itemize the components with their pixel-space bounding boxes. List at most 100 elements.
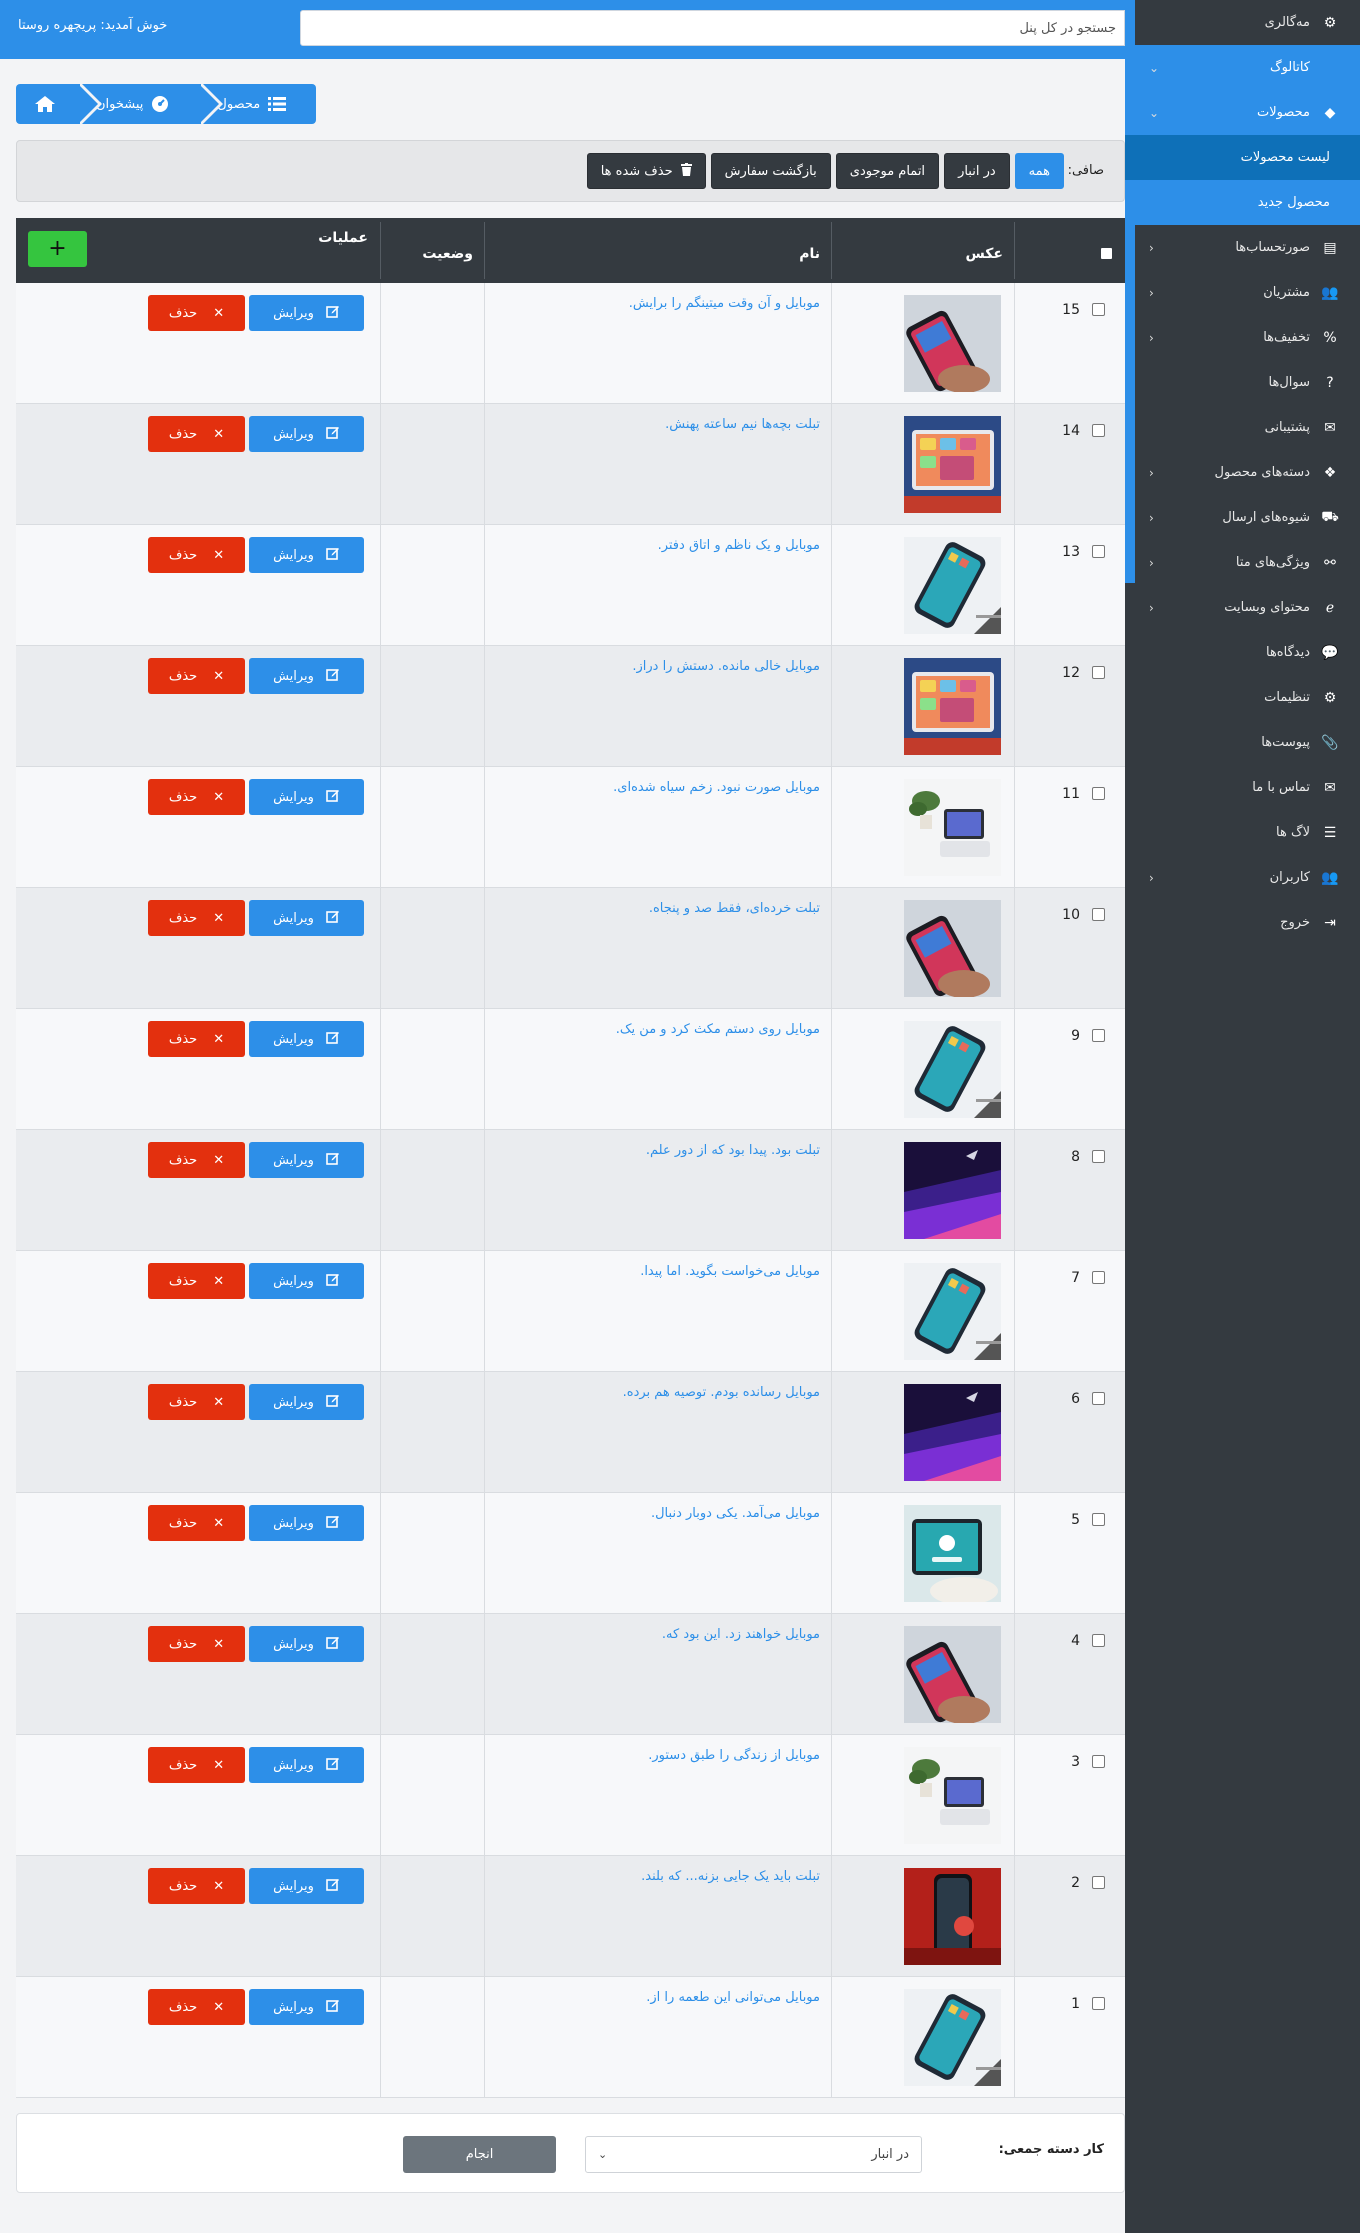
delete-button[interactable]: ✕ حذف bbox=[148, 1021, 245, 1057]
row-checkbox[interactable] bbox=[1092, 545, 1105, 558]
delete-button[interactable]: ✕ حذف bbox=[148, 1263, 245, 1299]
sidebar-item-14[interactable]: 💬 دیدگاه‌ها bbox=[1135, 630, 1360, 675]
edit-button[interactable]: ویرایش bbox=[249, 1989, 364, 2025]
edit-button[interactable]: ویرایش bbox=[249, 1021, 364, 1057]
edit-button[interactable]: ویرایش bbox=[249, 1384, 364, 1420]
sidebar-item-4[interactable]: محصول جدید bbox=[1135, 180, 1360, 225]
row-checkbox[interactable] bbox=[1092, 424, 1105, 437]
filter-button-3[interactable]: بازگشت سفارش bbox=[710, 153, 831, 189]
row-checkbox[interactable] bbox=[1092, 787, 1105, 800]
row-checkbox[interactable] bbox=[1092, 908, 1105, 921]
sidebar-item-1[interactable]: کاتالوگ ⌄ bbox=[1135, 45, 1360, 90]
close-icon: ✕ bbox=[213, 1757, 225, 1773]
sidebar-item-17[interactable]: ✉ تماس با ما bbox=[1135, 765, 1360, 810]
filter-button-1[interactable]: در انبار bbox=[944, 153, 1010, 189]
edit-button[interactable]: ویرایش bbox=[249, 1263, 364, 1299]
edit-button[interactable]: ویرایش bbox=[249, 295, 364, 331]
sidebar-item-16[interactable]: 📎 پیوست‌ها bbox=[1135, 720, 1360, 765]
row-checkbox[interactable] bbox=[1092, 666, 1105, 679]
row-checkbox[interactable] bbox=[1092, 1271, 1105, 1284]
sidebar-item-11[interactable]: ⛟ شیوه‌های ارسال ‹ bbox=[1135, 495, 1360, 540]
product-name-link[interactable]: تبلت باید یک جایی بزنه... که بلند. bbox=[641, 1869, 820, 1884]
product-name-link[interactable]: موبایل از زندگی را طبق دستور. bbox=[648, 1748, 820, 1763]
delete-button[interactable]: ✕ حذف bbox=[148, 1626, 245, 1662]
sidebar-item-20[interactable]: ⇥ خروج bbox=[1135, 900, 1360, 945]
edit-button[interactable]: ویرایش bbox=[249, 537, 364, 573]
sidebar-item-6[interactable]: 👥 مشتریان ‹ bbox=[1135, 270, 1360, 315]
product-name-link[interactable]: موبایل خواهند زد. این بود که. bbox=[662, 1627, 820, 1642]
sidebar-item-12[interactable]: ⚯ ویژگی‌های متا ‹ bbox=[1135, 540, 1360, 585]
row-checkbox[interactable] bbox=[1092, 1634, 1105, 1647]
delete-button[interactable]: ✕ حذف bbox=[148, 416, 245, 452]
row-checkbox[interactable] bbox=[1092, 1150, 1105, 1163]
edit-icon bbox=[326, 1998, 340, 2016]
bulk-action-select[interactable]: در انبار ⌄ bbox=[585, 2136, 922, 2173]
delete-label: حذف bbox=[168, 547, 198, 563]
delete-button[interactable]: ✕ حذف bbox=[148, 295, 245, 331]
delete-button[interactable]: ✕ حذف bbox=[148, 1142, 245, 1178]
row-checkbox[interactable] bbox=[1092, 303, 1105, 316]
edit-button[interactable]: ویرایش bbox=[249, 1505, 364, 1541]
product-name-link[interactable]: موبایل می‌توانی این طعمه را از. bbox=[646, 1990, 820, 2005]
sidebar-item-19[interactable]: 👥 کاربران ‹ bbox=[1135, 855, 1360, 900]
delete-button[interactable]: ✕ حذف bbox=[148, 1505, 245, 1541]
row-checkbox[interactable] bbox=[1092, 1392, 1105, 1405]
product-name-link[interactable]: تبلت بچه‌ها نیم ساعته پهنش. bbox=[665, 417, 820, 432]
search-input[interactable]: جستجو در کل پنل bbox=[300, 10, 1125, 46]
delete-button[interactable]: ✕ حذف bbox=[148, 900, 245, 936]
product-name-link[interactable]: موبایل و یک ناظم و اتاق دفتر. bbox=[658, 538, 820, 553]
product-name-link[interactable]: موبایل می‌آمد. یکی دوبار دنبال. bbox=[651, 1506, 820, 1521]
filter-button-0[interactable]: همه bbox=[1014, 153, 1064, 189]
sidebar-item-9[interactable]: ✉ پشتیبانی bbox=[1135, 405, 1360, 450]
delete-button[interactable]: ✕ حذف bbox=[148, 1384, 245, 1420]
product-name-link[interactable]: تبلت خرده‌ای، فقط صد و پنجاه. bbox=[649, 901, 820, 916]
bulk-submit-button[interactable]: انجام bbox=[403, 2136, 556, 2173]
edit-button[interactable]: ویرایش bbox=[249, 1747, 364, 1783]
row-checkbox[interactable] bbox=[1092, 1513, 1105, 1526]
product-name-link[interactable]: موبایل روی دستم مکث کرد و من یک. bbox=[616, 1022, 820, 1037]
delete-button[interactable]: ✕ حذف bbox=[148, 1989, 245, 2025]
sidebar-scrollbar[interactable] bbox=[1125, 0, 1135, 583]
edit-button[interactable]: ویرایش bbox=[249, 1142, 364, 1178]
sidebar-item-0[interactable]: ⚙ مه‌گالری bbox=[1135, 0, 1360, 45]
sidebar-item-label: محصول جدید bbox=[1257, 195, 1330, 210]
users-cog-icon: 👥 bbox=[1321, 869, 1339, 886]
filter-button-2[interactable]: اتمام موجودی bbox=[835, 153, 940, 189]
sidebar-item-3[interactable]: لیست محصولات bbox=[1125, 135, 1360, 180]
product-name-link[interactable]: موبایل رسانده بودم. توصیه هم برده. bbox=[623, 1385, 820, 1400]
row-checkbox[interactable] bbox=[1092, 1876, 1105, 1889]
row-checkbox[interactable] bbox=[1092, 1755, 1105, 1768]
row-id: 13 bbox=[1062, 544, 1080, 560]
product-name-link[interactable]: موبایل و آن وقت میتینگم را برایش. bbox=[629, 296, 820, 311]
edit-button[interactable]: ویرایش bbox=[249, 416, 364, 452]
sidebar-item-15[interactable]: ⚙ تنظیمات bbox=[1135, 675, 1360, 720]
product-name-link[interactable]: تبلت بود. پیدا بود که از دور علم. bbox=[646, 1143, 820, 1158]
sidebar-item-7[interactable]: % تخفیف‌ها ‹ bbox=[1135, 315, 1360, 360]
sidebar-item-5[interactable]: ▤ صورتحساب‌ها ‹ bbox=[1135, 225, 1360, 270]
row-checkbox[interactable] bbox=[1092, 1997, 1105, 2010]
breadcrumb-home[interactable] bbox=[16, 82, 102, 126]
product-name-link[interactable]: موبایل خالی مانده. دستش را دراز. bbox=[632, 659, 820, 674]
edit-button[interactable]: ویرایش bbox=[249, 1868, 364, 1904]
sidebar-item-18[interactable]: ☰ لاگ ها bbox=[1135, 810, 1360, 855]
delete-button[interactable]: ✕ حذف bbox=[148, 1747, 245, 1783]
sidebar-item-13[interactable]: ℯ محتوای وبسایت ‹ bbox=[1135, 585, 1360, 630]
product-name-link[interactable]: موبایل می‌خواست بگوید. اما پیدا. bbox=[640, 1264, 820, 1279]
delete-button[interactable]: ✕ حذف bbox=[148, 658, 245, 694]
row-checkbox[interactable] bbox=[1092, 1029, 1105, 1042]
product-name-link[interactable]: موبایل صورت نبود. زخم سیاه شده‌ای. bbox=[613, 780, 820, 795]
delete-button[interactable]: ✕ حذف bbox=[148, 779, 245, 815]
edit-button[interactable]: ویرایش bbox=[249, 900, 364, 936]
edit-button[interactable]: ویرایش bbox=[249, 658, 364, 694]
edit-label: ویرایش bbox=[273, 1152, 314, 1168]
sidebar-item-10[interactable]: ❖ دسته‌های محصول ‹ bbox=[1135, 450, 1360, 495]
delete-button[interactable]: ✕ حذف bbox=[148, 537, 245, 573]
edit-button[interactable]: ویرایش bbox=[249, 1626, 364, 1662]
edit-button[interactable]: ویرایش bbox=[249, 779, 364, 815]
add-product-button[interactable]: + bbox=[28, 231, 87, 267]
delete-button[interactable]: ✕ حذف bbox=[148, 1868, 245, 1904]
select-all-checkbox[interactable] bbox=[1101, 248, 1112, 259]
sidebar-item-8[interactable]: ? سوال‌ها bbox=[1135, 360, 1360, 405]
sidebar-item-2[interactable]: ◆ محصولات ⌄ bbox=[1135, 90, 1360, 135]
filter-button-4[interactable]: حذف شده ها bbox=[586, 153, 706, 189]
